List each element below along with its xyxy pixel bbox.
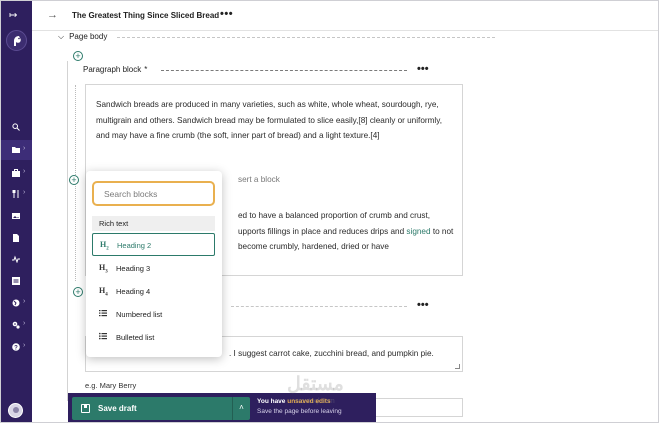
folder-icon [12, 147, 20, 153]
chevron-right-icon: › [23, 342, 26, 349]
add-block-button[interactable]: + [73, 287, 83, 297]
section-label: Page body [69, 32, 108, 41]
add-block-button[interactable]: + [73, 51, 83, 61]
sidebar-documents[interactable] [1, 228, 32, 248]
block-more-button[interactable]: ••• [417, 63, 429, 75]
resize-handle-icon[interactable] [455, 364, 460, 369]
author-input[interactable] [371, 398, 463, 417]
globe-icon [12, 299, 20, 307]
block-chooser-popup: Search blocks Rich text H2 Heading 2 H3 … [86, 171, 222, 357]
block-option-heading-2[interactable]: H2 Heading 2 [92, 233, 215, 256]
option-label: Heading 2 [117, 241, 152, 250]
block-option-heading-3[interactable]: H3 Heading 3 [92, 257, 215, 280]
unsaved-edits-hint: Save the page before leaving [257, 408, 342, 415]
paragraph-block-label: Paragraph block * [83, 65, 147, 74]
pulse-icon [12, 255, 20, 263]
save-draft-label: Save draft [98, 404, 137, 413]
svg-text:?: ? [14, 345, 18, 351]
chevron-right-icon: › [23, 189, 26, 196]
numbered-list-icon [99, 310, 107, 317]
divider [231, 306, 407, 307]
save-icon [81, 404, 90, 413]
sidebar-images[interactable] [1, 206, 32, 226]
arrow-right-icon[interactable]: → [47, 9, 58, 21]
block-option-numbered-list[interactable]: Numbered list [92, 303, 215, 326]
paragraph-text-fragment: ed to have a balanced proportion of crum… [238, 211, 431, 236]
chevron-right-icon: › [23, 168, 26, 175]
sidebar-sites[interactable]: › [1, 293, 32, 313]
sidebar-restaurants[interactable]: › [1, 184, 32, 204]
sidebar-forms[interactable] [1, 249, 32, 269]
required-marker: * [144, 65, 148, 74]
briefcase-icon [12, 169, 20, 177]
text-field-value: . I suggest carrot cake, zucchini bread,… [229, 349, 434, 358]
unsaved-prefix: You have [257, 398, 288, 405]
help-icon: ? [12, 343, 20, 351]
option-label: Heading 4 [116, 287, 151, 296]
search-blocks-input[interactable]: Search blocks [92, 181, 215, 206]
image-icon [12, 213, 20, 219]
page-header: → The Greatest Thing Since Sliced Bread … [32, 1, 658, 31]
sidebar: ↦ › › › › › ? › [1, 1, 32, 422]
heading-2-icon: H2 [100, 240, 109, 252]
stream-guide-line [67, 61, 68, 401]
option-label: Heading 3 [116, 264, 151, 273]
sidebar-search[interactable] [1, 117, 32, 137]
block-option-heading-4[interactable]: H4 Heading 4 [92, 280, 215, 303]
cogs-icon [12, 321, 20, 329]
sidebar-reports[interactable] [1, 271, 32, 291]
bulleted-list-icon [99, 332, 107, 340]
utensils-icon [12, 190, 19, 198]
option-label: Numbered list [116, 310, 163, 319]
inline-link[interactable]: signed [406, 227, 430, 236]
watermark: مستقل [287, 374, 344, 395]
page-body-section-toggle[interactable]: ⌵ Page body [58, 32, 107, 42]
chevron-up-icon[interactable]: ˄ [232, 397, 250, 420]
divider [117, 37, 495, 38]
save-draft-button[interactable]: Save draft ˄ [72, 397, 250, 420]
heading-3-icon: H3 [99, 263, 108, 275]
field-help-text: e.g. Mary Berry [85, 381, 137, 390]
paragraph-text-2[interactable]: ed to have a balanced proportion of crum… [238, 208, 454, 255]
search-icon [12, 123, 20, 131]
block-option-bulleted-list[interactable]: Bulleted list [92, 326, 215, 349]
app-window: ↦ › › › › › ? › → The Greatest Thing Sin… [0, 0, 659, 423]
chevron-right-icon: › [23, 320, 26, 327]
sidebar-settings[interactable]: › [1, 315, 32, 335]
sidebar-pages[interactable]: › [1, 140, 32, 160]
chevron-right-icon: › [23, 298, 26, 305]
insert-block-hint: sert a block [238, 175, 280, 184]
block-label-text: Paragraph block [83, 65, 142, 74]
avatar[interactable] [8, 403, 23, 418]
collapse-sidebar-icon[interactable]: ↦ [9, 10, 17, 21]
list-box-icon [12, 277, 20, 285]
heading-4-icon: H4 [99, 286, 108, 298]
page-title: The Greatest Thing Since Sliced Bread [72, 11, 220, 20]
sidebar-snippets[interactable]: › [1, 163, 32, 183]
insert-block-plus-button[interactable]: + [69, 175, 79, 185]
block-more-button[interactable]: ••• [417, 299, 429, 311]
page-more-button[interactable]: ••• [220, 8, 233, 20]
sidebar-help[interactable]: ? › [1, 337, 32, 357]
option-label: Bulleted list [116, 333, 155, 342]
category-label: Rich text [92, 216, 215, 231]
chevron-right-icon: › [23, 145, 26, 152]
document-icon [13, 234, 19, 242]
watermark-url: mostaql.com [295, 398, 335, 405]
paragraph-text[interactable]: Sandwich breads are produced in many var… [96, 97, 452, 144]
chevron-down-icon: ⌵ [58, 32, 65, 41]
divider [161, 70, 407, 71]
wagtail-logo-icon[interactable] [6, 30, 27, 51]
